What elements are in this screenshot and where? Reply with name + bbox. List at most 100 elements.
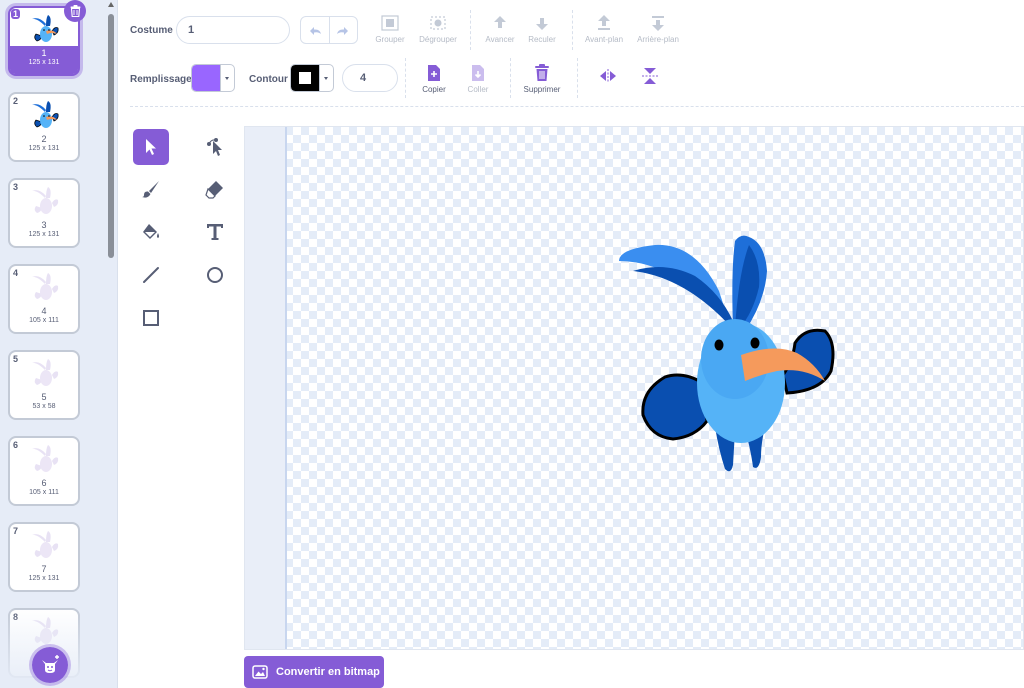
add-costume-button[interactable]: [29, 644, 71, 686]
costume-number: 2: [13, 96, 19, 106]
bird-costume-drawing[interactable]: [615, 231, 855, 481]
back-button[interactable]: Arrière-plan: [632, 14, 684, 44]
separator: [572, 10, 573, 50]
reshape-tool[interactable]: [197, 129, 233, 165]
back-label: Arrière-plan: [637, 35, 679, 44]
group-button[interactable]: Grouper: [364, 14, 416, 44]
costume-item[interactable]: 7 7 125 x 131: [8, 522, 80, 592]
fill-swatch[interactable]: [192, 65, 220, 91]
fill-tool[interactable]: [133, 214, 169, 250]
outline-color-picker[interactable]: [290, 64, 334, 92]
arrow-pointer-icon: [146, 139, 156, 155]
line-tool[interactable]: [133, 257, 169, 293]
front-label: Avant-plan: [584, 35, 624, 44]
ungroup-button[interactable]: Dégrouper: [412, 14, 464, 44]
delete-label: Supprimer: [523, 85, 561, 94]
costume-item[interactable]: 6 6 105 x 111: [8, 436, 80, 506]
select-tool[interactable]: [133, 129, 169, 165]
costume-size: 105 x 111: [29, 489, 59, 496]
bring-front-icon: [598, 15, 610, 30]
undo-icon: [309, 27, 321, 35]
convert-to-bitmap-button[interactable]: Convertir en bitmap: [244, 656, 384, 688]
costume-scrollbar[interactable]: [106, 0, 116, 688]
costume-pane: 1 1 125 x 131 2 2 125 x 131 3 3 125 x 131 4 4 105 x…: [0, 0, 118, 688]
fill-color-picker[interactable]: [191, 64, 235, 92]
text-t-icon: [207, 224, 223, 240]
backward-button[interactable]: Reculer: [516, 14, 568, 44]
rectangle-icon: [143, 310, 159, 326]
fill-dropdown-caret-icon[interactable]: [220, 65, 233, 91]
drawing-canvas[interactable]: [244, 126, 1024, 650]
ungroup-label: Dégrouper: [419, 35, 457, 44]
send-back-icon: [652, 16, 664, 31]
cat-plus-icon: [42, 655, 59, 673]
costume-size: 125 x 131: [28, 59, 60, 66]
group-label: Grouper: [375, 35, 405, 44]
paint-editor: 1 1 125 x 131 2 2 125 x 131 3 3 125 x 131 4 4 105 x…: [0, 0, 1024, 688]
costume-thumbnail: [31, 444, 61, 476]
costume-label: Costume: [130, 25, 173, 36]
backward-icon: [536, 18, 548, 30]
backward-label: Reculer: [528, 35, 556, 44]
separator: [577, 58, 578, 98]
circle-tool[interactable]: [197, 257, 233, 293]
scroll-thumb[interactable]: [108, 14, 114, 258]
costume-name: 4: [41, 306, 47, 316]
brush-tool[interactable]: [133, 171, 169, 207]
redo-button[interactable]: [330, 17, 358, 43]
costume-name: 6: [41, 478, 47, 488]
costume-item[interactable]: 5 5 53 x 58: [8, 350, 80, 420]
costume-number: 1: [11, 9, 21, 19]
costume-name: 1: [41, 48, 47, 58]
delete-costume-button[interactable]: [64, 0, 86, 22]
copy-icon: [428, 65, 440, 81]
circle-icon: [207, 267, 223, 283]
costume-number: 4: [13, 268, 19, 278]
outline-dropdown-caret-icon[interactable]: [319, 65, 332, 91]
costume-name: 2: [41, 134, 47, 144]
costume-item[interactable]: 2 2 125 x 131: [8, 92, 80, 162]
group-icon: [381, 15, 399, 31]
trash-icon: [535, 64, 549, 81]
toolbar-divider: [130, 106, 1024, 107]
text-tool[interactable]: [197, 214, 233, 250]
costume-thumbnail: [31, 186, 61, 218]
redo-icon: [337, 27, 349, 35]
costume-size: 125 x 131: [28, 231, 60, 238]
forward-icon: [494, 16, 506, 28]
ungroup-icon: [430, 16, 446, 30]
separator: [405, 58, 406, 98]
canvas-margin: [245, 127, 287, 649]
undo-redo-group: [300, 16, 358, 44]
paste-button[interactable]: Coller: [452, 64, 504, 94]
bitmap-image-icon: [252, 665, 268, 679]
costume-number: 3: [13, 182, 19, 192]
costume-item[interactable]: 1 1 125 x 131: [8, 0, 86, 76]
costume-size: 125 x 131: [28, 145, 60, 152]
rectangle-tool[interactable]: [133, 300, 169, 336]
costume-size: 105 x 111: [29, 317, 59, 324]
reshape-pointer-icon: [207, 138, 222, 156]
costume-number: 7: [13, 526, 19, 536]
costume-thumbnail: [31, 272, 61, 304]
costume-item[interactable]: 3 3 125 x 131: [8, 178, 80, 248]
costume-size: 125 x 131: [28, 575, 60, 582]
costume-name: 5: [41, 392, 47, 402]
outline-width-input[interactable]: [342, 64, 398, 92]
scroll-up-arrow-icon[interactable]: [108, 2, 114, 7]
line-icon: [143, 267, 159, 283]
eraser-tool[interactable]: [197, 171, 233, 207]
costume-item[interactable]: 4 4 105 x 111: [8, 264, 80, 334]
fill-label: Remplissage: [130, 74, 192, 85]
front-button[interactable]: Avant-plan: [578, 14, 630, 44]
costume-name-input[interactable]: [176, 16, 290, 44]
delete-button[interactable]: Supprimer: [516, 64, 568, 94]
costume-name: 3: [41, 220, 47, 230]
convert-label: Convertir en bitmap: [276, 666, 380, 678]
undo-button[interactable]: [301, 17, 330, 43]
paste-icon: [472, 65, 484, 81]
flip-vertical-icon: [642, 68, 658, 84]
outline-label: Contour: [249, 74, 288, 85]
flip-vertical-button[interactable]: [624, 66, 676, 86]
outline-swatch[interactable]: [291, 65, 319, 91]
